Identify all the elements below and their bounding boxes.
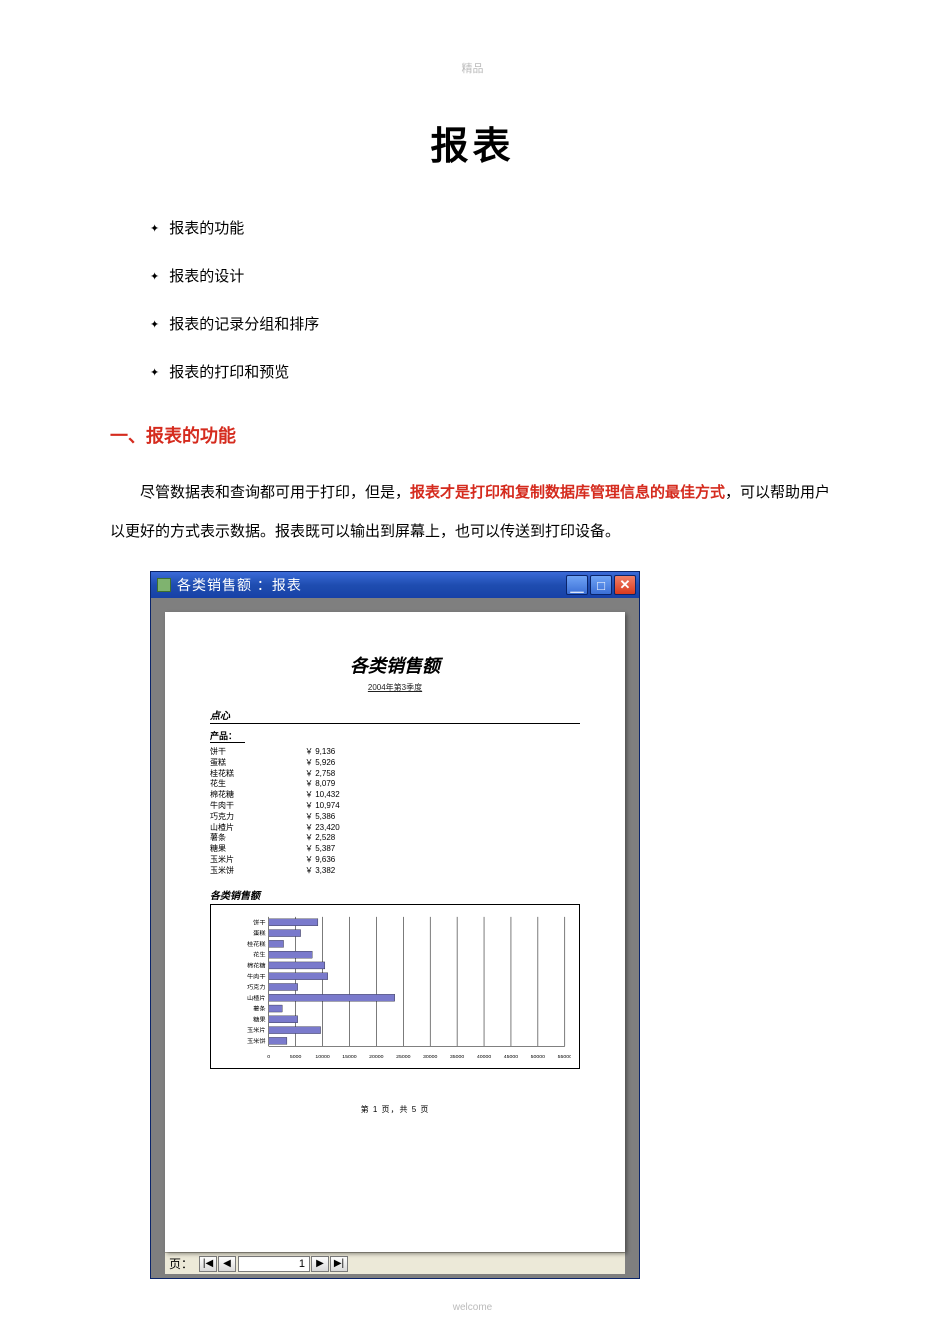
data-row: 棉花糖￥ 10,432: [210, 790, 580, 801]
body-paragraph: 尽管数据表和查询都可用于打印，但是，报表才是打印和复制数据库管理信息的最佳方式，…: [110, 473, 835, 551]
data-row: 桂花糕￥ 2,758: [210, 769, 580, 780]
product-value: ￥ 23,420: [305, 823, 340, 834]
record-navigator: 页： |◀ ◀ ▶ ▶|: [165, 1252, 625, 1274]
window-title: 各类销售额 ：报表: [177, 575, 566, 595]
svg-text:巧克力: 巧克力: [247, 983, 266, 991]
data-row: 糖果￥ 5,387: [210, 844, 580, 855]
product-name: 玉米饼: [210, 866, 305, 877]
nav-label: 页：: [169, 1255, 193, 1272]
product-name: 花生: [210, 779, 305, 790]
svg-text:50000: 50000: [531, 1054, 546, 1060]
page-title: 报表: [80, 115, 865, 170]
product-name: 玉米片: [210, 855, 305, 866]
para-emphasis: 报表才是打印和复制数据库管理信息的最佳方式: [410, 484, 725, 501]
product-value: ￥ 9,136: [305, 747, 335, 758]
product-name: 蛋糕: [210, 758, 305, 769]
report-title: 各类销售额: [210, 652, 580, 678]
toc-item: 报表的打印和预览: [150, 349, 865, 397]
close-button[interactable]: ✕: [614, 575, 636, 595]
svg-text:花生: 花生: [253, 950, 265, 958]
window-client-area: 各类销售额 2004年第3季度 点心 产品： 饼干￥ 9,136蛋糕￥ 5,92…: [151, 598, 639, 1278]
product-value: ￥ 2,758: [305, 769, 335, 780]
product-value: ￥ 5,926: [305, 758, 335, 769]
product-name: 薯条: [210, 833, 305, 844]
data-row: 牛肉干￥ 10,974: [210, 801, 580, 812]
svg-text:10000: 10000: [315, 1054, 330, 1060]
data-row: 玉米片￥ 9,636: [210, 855, 580, 866]
minimize-button[interactable]: ＿: [566, 575, 588, 595]
bar-chart: 0 5000 10000 15000 20000 25000 30000 35000 40000…: [219, 913, 571, 1060]
chart-heading: 各类销售额: [210, 887, 580, 902]
svg-text:棉花糖: 棉花糖: [247, 961, 266, 969]
report-preview-window: 各类销售额 ：报表 ＿ □ ✕ 各类销售额 2004年第3季度 点心 产品： 饼…: [150, 571, 640, 1279]
product-name: 饼干: [210, 747, 305, 758]
svg-text:0: 0: [267, 1054, 270, 1060]
product-name: 棉花糖: [210, 790, 305, 801]
report-icon: [157, 578, 171, 592]
column-header: 产品：: [210, 729, 245, 743]
product-value: ￥ 2,528: [305, 833, 335, 844]
prev-page-button[interactable]: ◀: [218, 1256, 236, 1272]
data-row: 山楂片￥ 23,420: [210, 823, 580, 834]
toc-item: 报表的功能: [150, 205, 865, 253]
first-page-button[interactable]: |◀: [199, 1256, 217, 1272]
svg-text:45000: 45000: [504, 1054, 519, 1060]
svg-text:饼干: 饼干: [253, 918, 265, 926]
chart-container: 0 5000 10000 15000 20000 25000 30000 35000 40000…: [210, 904, 580, 1069]
svg-text:糖果: 糖果: [253, 1015, 265, 1023]
product-name: 巧克力: [210, 812, 305, 823]
product-value: ￥ 10,974: [305, 801, 340, 812]
svg-text:25000: 25000: [396, 1054, 411, 1060]
product-value: ￥ 9,636: [305, 855, 335, 866]
product-name: 山楂片: [210, 823, 305, 834]
data-row: 饼干￥ 9,136: [210, 747, 580, 758]
product-value: ￥ 5,386: [305, 812, 335, 823]
data-row: 玉米饼￥ 3,382: [210, 866, 580, 877]
window-titlebar[interactable]: 各类销售额 ：报表 ＿ □ ✕: [151, 572, 639, 598]
category-label: 点心: [210, 707, 580, 724]
para-lead: 尽管数据表和查询都可用于打印，但是，: [140, 484, 410, 501]
header-watermark: 精品: [462, 60, 484, 76]
product-name: 桂花糕: [210, 769, 305, 780]
svg-text:15000: 15000: [342, 1054, 357, 1060]
product-name: 牛肉干: [210, 801, 305, 812]
svg-text:山楂片: 山楂片: [247, 994, 266, 1002]
data-row: 花生￥ 8,079: [210, 779, 580, 790]
svg-text:5000: 5000: [290, 1054, 302, 1060]
page-number-field[interactable]: [238, 1256, 310, 1272]
report-subtitle: 2004年第3季度: [210, 682, 580, 693]
svg-text:玉米片: 玉米片: [247, 1026, 266, 1034]
product-value: ￥ 10,432: [305, 790, 340, 801]
svg-text:薯条: 薯条: [253, 1004, 265, 1012]
toc-item: 报表的设计: [150, 253, 865, 301]
data-row: 巧克力￥ 5,386: [210, 812, 580, 823]
footer-watermark: welcome: [453, 1302, 492, 1313]
product-value: ￥ 8,079: [305, 779, 335, 790]
last-page-button[interactable]: ▶|: [330, 1256, 348, 1272]
product-name: 糖果: [210, 844, 305, 855]
svg-text:玉米饼: 玉米饼: [247, 1037, 266, 1045]
svg-text:牛肉干: 牛肉干: [247, 972, 266, 980]
svg-text:55000: 55000: [558, 1054, 571, 1060]
svg-text:蛋糕: 蛋糕: [253, 929, 265, 937]
toc-item: 报表的记录分组和排序: [150, 301, 865, 349]
svg-text:桂花糕: 桂花糕: [247, 940, 266, 948]
data-row: 蛋糕￥ 5,926: [210, 758, 580, 769]
svg-text:40000: 40000: [477, 1054, 492, 1060]
svg-text:35000: 35000: [450, 1054, 465, 1060]
page-number: 第 1 页，共 5 页: [210, 1104, 580, 1115]
section-heading: 一、报表的功能: [110, 422, 865, 448]
svg-text:20000: 20000: [369, 1054, 384, 1060]
toc-list: 报表的功能 报表的设计 报表的记录分组和排序 报表的打印和预览: [80, 205, 865, 397]
data-table: 饼干￥ 9,136蛋糕￥ 5,926桂花糕￥ 2,758花生￥ 8,079棉花糖…: [210, 747, 580, 877]
data-row: 薯条￥ 2,528: [210, 833, 580, 844]
next-page-button[interactable]: ▶: [311, 1256, 329, 1272]
report-page: 各类销售额 2004年第3季度 点心 产品： 饼干￥ 9,136蛋糕￥ 5,92…: [165, 612, 625, 1252]
product-value: ￥ 5,387: [305, 844, 335, 855]
product-value: ￥ 3,382: [305, 866, 335, 877]
svg-text:30000: 30000: [423, 1054, 438, 1060]
maximize-button[interactable]: □: [590, 575, 612, 595]
